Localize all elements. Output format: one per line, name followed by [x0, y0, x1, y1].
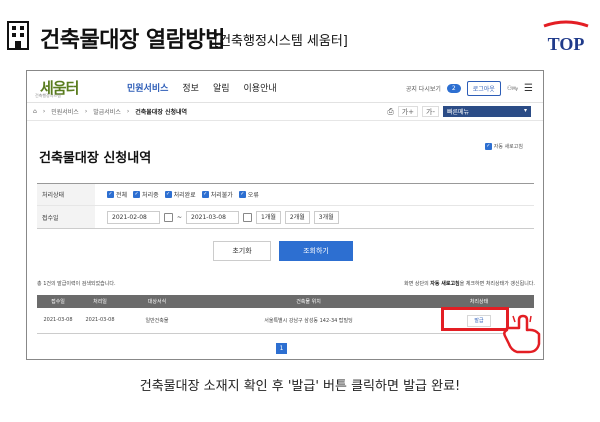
status-processing[interactable]: ✓ 처리중 [133, 190, 159, 199]
browser-screenshot: 세움터 건축행정시스템 민원서비스 정보 알림 이용안내 공지 다시보기 2 로… [26, 70, 544, 360]
main-menu: 민원서비스 정보 알림 이용안내 [127, 81, 277, 94]
user-icon[interactable]: ⚇My [507, 85, 518, 92]
print-icon[interactable]: ⎙ [387, 107, 393, 117]
col-location: 건축물 위치 [193, 295, 424, 308]
chevron-right-icon: › [42, 108, 46, 115]
auto-refresh-toggle[interactable]: ✓ 자동 새로고침 [484, 143, 523, 150]
menu-civil-service[interactable]: 민원서비스 [127, 81, 168, 94]
page-subheading: [건축행정시스템 세움터] [214, 34, 348, 49]
range-3-month-button[interactable]: 3개월 [313, 210, 339, 224]
checkbox-checked-icon[interactable]: ✓ [484, 143, 492, 150]
note-suffix: 을 체크하면 처리상태가 갱신됩니다. [459, 281, 535, 287]
cell-received: 2021-03-08 [37, 308, 79, 334]
quick-menu-label: 빠른메뉴 [447, 109, 470, 116]
building-icon [7, 21, 29, 50]
seumteo-logo-sub: 건축행정시스템 [35, 93, 61, 98]
cell-location: 서울특별시 강남구 삼성동 142-34 탑빌딩 [193, 308, 424, 334]
breadcrumb-tools: ⎙ 가+ 가- 빠른메뉴 ▾ [387, 106, 531, 117]
refresh-note: 화면 상단의 자동 새로고침을 체크하면 처리상태가 갱신됩니다. [404, 280, 535, 287]
chevron-right-icon: › [84, 108, 88, 115]
menu-info[interactable]: 정보 [182, 81, 199, 94]
col-form: 대상서식 [121, 295, 193, 308]
highlight-box [441, 307, 509, 331]
status-done[interactable]: ✓ 처리완료 [164, 190, 196, 199]
status-failed-label: 처리불가 [210, 192, 233, 199]
auto-refresh-label: 자동 새로고침 [493, 144, 523, 150]
reset-button[interactable]: 초기화 [213, 241, 271, 261]
search-filter: 처리상태 ✓ 전체 ✓ 처리중 ✓ 처리완료 ✓ 처리불가 ✓ 오류 접수일 2021-0… [37, 183, 534, 229]
page-heading: 건축물대장 열람방법 [40, 28, 225, 53]
checkbox-checked-icon[interactable]: ✓ [164, 191, 172, 198]
search-button[interactable]: 조회하기 [279, 241, 353, 261]
logout-button[interactable]: 로그아웃 [466, 81, 501, 96]
cell-processed: 2021-03-08 [79, 308, 121, 334]
status-label: 처리상태 [37, 184, 95, 205]
pointer-hand-icon [503, 314, 541, 354]
title-bar: 건축물대장 열람방법 [건축행정시스템 세움터] TOP [0, 0, 600, 70]
status-all-label: 전체 [116, 192, 128, 199]
note-bold: 자동 새로고침 [430, 281, 460, 287]
font-decrease-button[interactable]: 가- [422, 106, 439, 117]
breadcrumb-civil[interactable]: 민원서비스 [51, 107, 79, 116]
font-increase-button[interactable]: 가+ [397, 106, 419, 117]
breadcrumb: ⌂ › 민원서비스 › 발급서비스 › 건축물대장 신청내역 ⎙ 가+ 가- 빠… [27, 103, 543, 121]
calendar-icon[interactable] [164, 212, 173, 222]
breadcrumb-current: 건축물대장 신청내역 [135, 109, 188, 116]
status-error[interactable]: ✓ 오류 [238, 190, 259, 199]
status-error-label: 오류 [247, 192, 259, 199]
user-label: My [512, 86, 519, 91]
site-navbar: 세움터 건축행정시스템 민원서비스 정보 알림 이용안내 공지 다시보기 2 로… [27, 71, 543, 103]
notice-count-badge: 2 [446, 84, 461, 93]
status-failed[interactable]: ✓ 처리불가 [201, 190, 233, 199]
status-options: ✓ 전체 ✓ 처리중 ✓ 처리완료 ✓ 처리불가 ✓ 오류 [95, 190, 259, 199]
menu-guide[interactable]: 이용안내 [244, 81, 277, 94]
chevron-right-icon: › [126, 108, 130, 115]
note-prefix: 화면 상단의 [404, 281, 429, 287]
quick-menu-select[interactable]: 빠른메뉴 ▾ [443, 106, 531, 117]
pagination-page[interactable]: 1 [276, 343, 287, 354]
calendar-icon[interactable] [243, 212, 253, 222]
content-title: 건축물대장 신청내역 [39, 151, 152, 166]
status-done-label: 처리완료 [173, 192, 196, 199]
date-range: 2021-02-08 ~ 2021-03-08 1개월 2개월 3개월 [95, 210, 339, 224]
home-icon[interactable]: ⌂ [33, 108, 37, 115]
col-processed: 처리일 [79, 295, 121, 308]
svg-text:TOP: TOP [548, 34, 585, 54]
hamburger-menu-icon[interactable]: ☰ [524, 83, 533, 94]
status-all[interactable]: ✓ 전체 [107, 190, 127, 199]
notice-review-link[interactable]: 공지 다시보기 [406, 84, 441, 93]
checkbox-checked-icon[interactable]: ✓ [107, 191, 114, 198]
date-to-field[interactable]: 2021-03-08 [186, 210, 240, 224]
col-received: 접수일 [37, 295, 79, 308]
range-2-month-button[interactable]: 2개월 [284, 210, 310, 224]
checkbox-checked-icon[interactable]: ✓ [133, 191, 141, 198]
date-label: 접수일 [37, 206, 95, 228]
date-separator: ~ [177, 213, 183, 221]
range-1-month-button[interactable]: 1개월 [256, 210, 281, 224]
menu-notice[interactable]: 알림 [213, 81, 230, 94]
breadcrumb-issue[interactable]: 발급서비스 [93, 107, 121, 116]
top-logo: TOP [543, 20, 589, 54]
status-processing-label: 처리중 [142, 192, 159, 199]
checkbox-checked-icon[interactable]: ✓ [201, 191, 209, 198]
cell-form: 일반건축물 [121, 308, 193, 334]
result-count: 총 1건의 발급이력이 검색되었습니다. [37, 281, 116, 287]
caret-down-icon: ▾ [523, 107, 527, 114]
filter-status-row: 처리상태 ✓ 전체 ✓ 처리중 ✓ 처리완료 ✓ 처리불가 ✓ 오류 [37, 184, 534, 206]
checkbox-checked-icon[interactable]: ✓ [238, 191, 246, 198]
filter-date-row: 접수일 2021-02-08 ~ 2021-03-08 1개월 2개월 3개월 [37, 206, 534, 228]
date-from-field[interactable]: 2021-02-08 [107, 210, 160, 224]
navbar-utilities: 공지 다시보기 2 로그아웃 ⚇My ☰ [406, 81, 533, 96]
instruction-caption: 건축물대장 소재지 확인 후 '발급' 버튼 클릭하면 발급 완료! [139, 379, 461, 394]
